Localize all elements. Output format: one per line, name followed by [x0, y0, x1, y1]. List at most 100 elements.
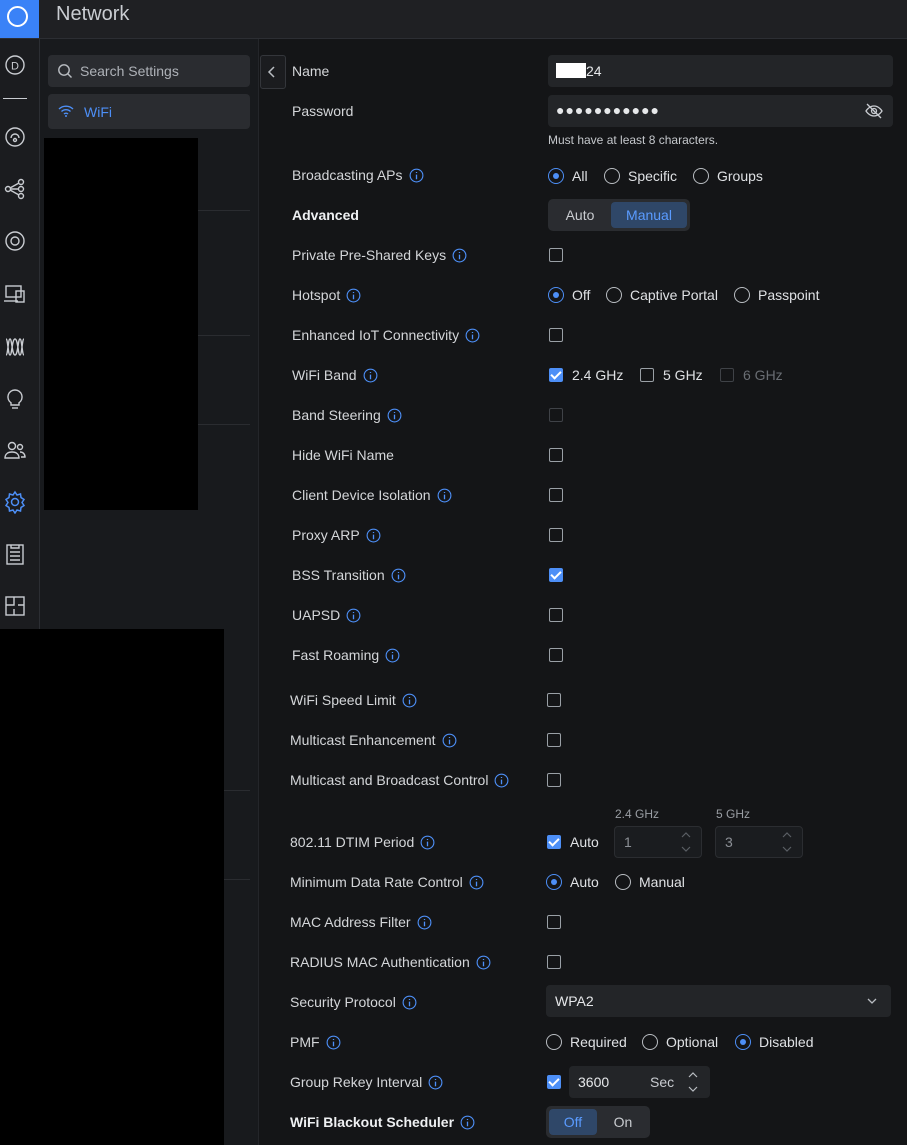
info-icon[interactable] — [417, 915, 432, 933]
option-label: All — [572, 168, 588, 184]
pmf-optional-radio[interactable] — [642, 1034, 658, 1050]
advanced-auto-button[interactable]: Auto — [551, 202, 609, 228]
insights-icon[interactable] — [3, 335, 27, 359]
proxy-arp-checkbox[interactable] — [549, 528, 563, 542]
ports-icon[interactable] — [3, 282, 27, 306]
hotspot-captive-portal-radio[interactable] — [606, 287, 622, 303]
blackout-scheduler-label: WiFi Blackout Scheduler — [290, 1114, 475, 1133]
group-rekey-checkbox[interactable] — [547, 1075, 561, 1089]
name-input[interactable]: 24 — [548, 55, 893, 87]
band-steering-checkbox — [549, 408, 563, 422]
group-rekey-input[interactable]: 3600 Sec — [569, 1066, 710, 1098]
option-label: Auto — [570, 874, 599, 890]
broadcast-groups-radio[interactable] — [693, 168, 709, 184]
proxy-arp-label: Proxy ARP — [292, 527, 381, 546]
chevron-down-icon — [867, 998, 877, 1004]
sidebar-item-wifi[interactable]: WiFi — [48, 94, 250, 129]
search-icon — [58, 64, 72, 78]
icon-rail: D — [0, 39, 40, 629]
info-icon[interactable] — [387, 408, 402, 426]
info-icon[interactable] — [326, 1035, 341, 1053]
info-icon[interactable] — [460, 1115, 475, 1133]
eye-off-icon[interactable] — [865, 103, 883, 119]
clients-icon[interactable] — [3, 229, 27, 253]
info-icon[interactable] — [494, 773, 509, 791]
stepper-arrows-icon[interactable] — [688, 1070, 698, 1094]
info-icon[interactable] — [465, 328, 480, 346]
iot-label: Enhanced IoT Connectivity — [292, 327, 480, 346]
multicast-control-label: Multicast and Broadcast Control — [290, 772, 509, 791]
info-icon[interactable] — [469, 875, 484, 893]
info-icon[interactable] — [437, 488, 452, 506]
devices-icon[interactable] — [3, 177, 27, 201]
dashboard-icon[interactable]: D — [3, 53, 27, 77]
min-rate-auto-radio[interactable] — [546, 874, 562, 890]
info-icon[interactable] — [409, 168, 424, 186]
app-logo-icon[interactable] — [0, 0, 39, 38]
info-icon[interactable] — [476, 955, 491, 973]
multicast-control-checkbox[interactable] — [547, 773, 561, 787]
top-bar — [0, 0, 907, 39]
logs-icon[interactable] — [3, 542, 27, 566]
topology-icon[interactable] — [3, 125, 27, 149]
option-label: Disabled — [759, 1034, 814, 1050]
speed-limit-checkbox[interactable] — [547, 693, 561, 707]
info-icon[interactable] — [402, 693, 417, 711]
broadcast-all-radio[interactable] — [548, 168, 564, 184]
dtim-band2-label: 5 GHz — [716, 807, 751, 821]
info-icon[interactable] — [452, 248, 467, 266]
band-2-4ghz-checkbox[interactable] — [549, 368, 563, 382]
search-placeholder: Search Settings — [80, 63, 179, 79]
multicast-enhancement-checkbox[interactable] — [547, 733, 561, 747]
users-icon[interactable] — [3, 438, 27, 462]
collapse-sidebar-button[interactable] — [260, 55, 286, 89]
hotspot-off-radio[interactable] — [548, 287, 564, 303]
info-icon[interactable] — [385, 648, 400, 666]
fast-roaming-checkbox[interactable] — [549, 648, 563, 662]
client-isolation-checkbox[interactable] — [549, 488, 563, 502]
info-icon[interactable] — [420, 835, 435, 853]
uapsd-checkbox[interactable] — [549, 608, 563, 622]
broadcasting-aps-label: Broadcasting APs — [292, 167, 424, 186]
mac-filter-checkbox[interactable] — [547, 915, 561, 929]
dtim-5ghz-stepper: 3 — [715, 826, 803, 858]
redacted-region — [0, 629, 224, 1145]
option-label: 6 GHz — [743, 367, 783, 383]
blackout-on-button[interactable]: On — [599, 1109, 647, 1135]
info-icon[interactable] — [402, 995, 417, 1013]
broadcast-specific-radio[interactable] — [604, 168, 620, 184]
option-label: Auto — [570, 834, 599, 850]
password-hint: Must have at least 8 characters. — [548, 133, 719, 147]
hide-name-checkbox[interactable] — [549, 448, 563, 462]
redacted-region — [44, 138, 198, 510]
alarm-icon[interactable] — [3, 387, 27, 411]
radius-mac-checkbox[interactable] — [547, 955, 561, 969]
settings-icon[interactable] — [3, 490, 27, 515]
info-icon[interactable] — [346, 608, 361, 626]
info-icon[interactable] — [428, 1075, 443, 1093]
band-5ghz-checkbox[interactable] — [640, 368, 654, 382]
floorplan-icon[interactable] — [3, 594, 27, 618]
private-psk-checkbox[interactable] — [549, 248, 563, 262]
min-rate-manual-radio[interactable] — [615, 874, 631, 890]
info-icon[interactable] — [363, 368, 378, 386]
info-icon[interactable] — [391, 568, 406, 586]
password-label: Password — [292, 103, 354, 119]
option-label: Groups — [717, 168, 763, 184]
pmf-disabled-radio[interactable] — [735, 1034, 751, 1050]
advanced-manual-button[interactable]: Manual — [611, 202, 687, 228]
blackout-off-button[interactable]: Off — [549, 1109, 597, 1135]
iot-checkbox[interactable] — [549, 328, 563, 342]
info-icon[interactable] — [366, 528, 381, 546]
bss-transition-checkbox[interactable] — [549, 568, 563, 582]
password-input[interactable]: ●●●●●●●●●●● — [548, 95, 893, 127]
dtim-auto-checkbox[interactable] — [547, 835, 561, 849]
info-icon[interactable] — [346, 288, 361, 306]
search-input[interactable]: Search Settings — [48, 55, 250, 87]
info-icon[interactable] — [442, 733, 457, 751]
mac-filter-label: MAC Address Filter — [290, 914, 432, 933]
security-protocol-select[interactable]: WPA2 — [546, 985, 891, 1017]
pmf-required-radio[interactable] — [546, 1034, 562, 1050]
hotspot-passpoint-radio[interactable] — [734, 287, 750, 303]
wifi-band-label: WiFi Band — [292, 367, 378, 386]
